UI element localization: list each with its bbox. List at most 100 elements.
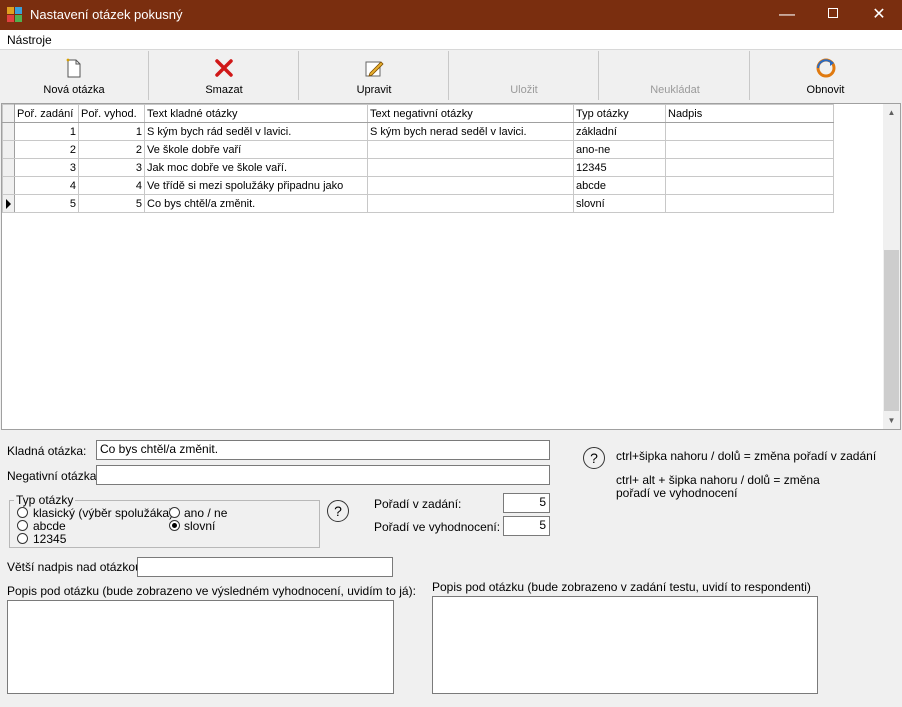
- maximize-button[interactable]: [810, 0, 856, 30]
- cell-order-eval[interactable]: 1: [78, 122, 145, 141]
- radio-classic[interactable]: [17, 507, 28, 518]
- cell-order-eval[interactable]: 4: [78, 176, 145, 195]
- cell-positive[interactable]: Ve škole dobře vaří: [144, 140, 368, 159]
- cell-heading[interactable]: [665, 158, 834, 177]
- table-row[interactable]: 3 3 Jak moc dobře ve škole vaří. 12345: [2, 158, 834, 177]
- question-type-group-title: Typ otázky: [14, 493, 76, 507]
- scroll-up-icon[interactable]: ▲: [883, 104, 900, 121]
- row-pointer-icon: [6, 198, 11, 209]
- edit-button[interactable]: Upravit: [300, 51, 449, 100]
- row-indicator[interactable]: [2, 158, 15, 177]
- radio-abcde-label[interactable]: abcde: [33, 519, 66, 533]
- cell-order-eval[interactable]: 2: [78, 140, 145, 159]
- radio-12345[interactable]: [17, 533, 28, 544]
- cell-type[interactable]: slovní: [573, 194, 666, 213]
- grid-vertical-scrollbar[interactable]: ▲ ▼: [883, 104, 900, 429]
- cell-order-eval[interactable]: 3: [78, 158, 145, 177]
- order-eval-label: Pořadí ve vyhodnocení:: [374, 520, 501, 534]
- delete-x-icon: [215, 59, 233, 77]
- row-indicator-current[interactable]: [2, 194, 15, 213]
- toolbar: Nová otázka Smazat Upravit Uložit Neuklá…: [0, 49, 902, 101]
- description-eval-label: Popis pod otázku (bude zobrazeno ve výsl…: [7, 584, 416, 598]
- edit-label: Upravit: [356, 84, 392, 96]
- radio-verbal[interactable]: [169, 520, 180, 531]
- column-header[interactable]: Text kladné otázky: [144, 104, 368, 123]
- cell-type[interactable]: ano-ne: [573, 140, 666, 159]
- scroll-down-icon[interactable]: ▼: [883, 412, 900, 429]
- cell-order-assign[interactable]: 2: [14, 140, 79, 159]
- cell-positive[interactable]: Co bys chtěl/a změnit.: [144, 194, 368, 213]
- cell-type[interactable]: abcde: [573, 176, 666, 195]
- header-indicator: [2, 104, 15, 123]
- new-question-button[interactable]: Nová otázka: [0, 51, 149, 100]
- help-type-icon[interactable]: ?: [327, 500, 349, 522]
- cell-order-assign[interactable]: 5: [14, 194, 79, 213]
- heading-label: Větší nadpis nad otázkou:: [7, 560, 146, 574]
- menu-bar: Nástroje: [0, 30, 902, 49]
- app-icon: [7, 7, 23, 23]
- cell-type[interactable]: 12345: [573, 158, 666, 177]
- cell-order-eval[interactable]: 5: [78, 194, 145, 213]
- heading-input[interactable]: [137, 557, 393, 577]
- delete-button[interactable]: Smazat: [150, 51, 299, 100]
- cell-negative[interactable]: [367, 194, 574, 213]
- minimize-button[interactable]: —: [764, 0, 810, 30]
- cell-heading[interactable]: [665, 122, 834, 141]
- column-header[interactable]: Poř. zadání: [14, 104, 79, 123]
- help-line-2b: pořadí ve vyhodnocení: [616, 486, 738, 500]
- help-line-2a: ctrl+ alt + šipka nahoru / dolů = změna: [616, 473, 820, 487]
- description-assign-label: Popis pod otázku (bude zobrazeno v zadán…: [432, 580, 811, 594]
- column-header[interactable]: Nadpis: [665, 104, 834, 123]
- cell-heading[interactable]: [665, 140, 834, 159]
- refresh-label: Obnovit: [806, 84, 845, 96]
- questions-grid[interactable]: Poř. zadání Poř. vyhod. Text kladné otáz…: [1, 103, 901, 430]
- description-assign-textarea[interactable]: [432, 596, 818, 694]
- order-assign-input[interactable]: 5: [503, 493, 550, 513]
- radio-yes-no[interactable]: [169, 507, 180, 518]
- column-header[interactable]: Typ otázky: [573, 104, 666, 123]
- save-button[interactable]: Uložit: [450, 51, 599, 100]
- cell-negative[interactable]: [367, 158, 574, 177]
- radio-12345-label[interactable]: 12345: [33, 532, 66, 546]
- table-row[interactable]: 4 4 Ve třídě si mezi spolužáky připadnu …: [2, 176, 834, 195]
- column-header[interactable]: Poř. vyhod.: [78, 104, 145, 123]
- radio-verbal-label[interactable]: slovní: [184, 519, 215, 533]
- cell-negative[interactable]: [367, 176, 574, 195]
- dont-save-button[interactable]: Neukládat: [601, 51, 750, 100]
- new-question-label: Nová otázka: [43, 84, 105, 96]
- row-indicator[interactable]: [2, 176, 15, 195]
- cell-positive[interactable]: Ve třídě si mezi spolužáky připadnu jako: [144, 176, 368, 195]
- menu-tools[interactable]: Nástroje: [7, 33, 52, 47]
- cell-order-assign[interactable]: 3: [14, 158, 79, 177]
- table-row-selected[interactable]: 5 5 Co bys chtěl/a změnit. slovní: [2, 194, 834, 213]
- table-row[interactable]: 2 2 Ve škole dobře vaří ano-ne: [2, 140, 834, 159]
- cell-order-assign[interactable]: 4: [14, 176, 79, 195]
- order-eval-input[interactable]: 5: [503, 516, 550, 536]
- title-bar: Nastavení otázek pokusný — ✕: [0, 0, 902, 30]
- cell-negative[interactable]: S kým bych nerad seděl v lavici.: [367, 122, 574, 141]
- cell-order-assign[interactable]: 1: [14, 122, 79, 141]
- cell-heading[interactable]: [665, 176, 834, 195]
- help-shortcuts-icon[interactable]: ?: [583, 447, 605, 469]
- cell-positive[interactable]: Jak moc dobře ve škole vaří.: [144, 158, 368, 177]
- cell-type[interactable]: základní: [573, 122, 666, 141]
- cell-positive[interactable]: S kým bych rád seděl v lavici.: [144, 122, 368, 141]
- close-button[interactable]: ✕: [856, 0, 902, 30]
- row-indicator[interactable]: [2, 140, 15, 159]
- maximize-icon: [828, 8, 838, 19]
- radio-abcde[interactable]: [17, 520, 28, 531]
- description-eval-textarea[interactable]: [7, 600, 394, 694]
- save-label: Uložit: [510, 84, 538, 96]
- negative-question-input[interactable]: [96, 465, 550, 485]
- positive-question-input[interactable]: Co bys chtěl/a změnit.: [96, 440, 550, 460]
- radio-classic-label[interactable]: klasický (výběr spolužáka): [33, 506, 173, 520]
- column-header[interactable]: Text negativní otázky: [367, 104, 574, 123]
- radio-yes-no-label[interactable]: ano / ne: [184, 506, 227, 520]
- cell-negative[interactable]: [367, 140, 574, 159]
- refresh-button[interactable]: Obnovit: [751, 51, 900, 100]
- table-row[interactable]: 1 1 S kým bych rád seděl v lavici. S kým…: [2, 122, 834, 141]
- order-assign-label: Pořadí v zadání:: [374, 497, 462, 511]
- scroll-thumb[interactable]: [884, 250, 899, 411]
- row-indicator[interactable]: [2, 122, 15, 141]
- cell-heading[interactable]: [665, 194, 834, 213]
